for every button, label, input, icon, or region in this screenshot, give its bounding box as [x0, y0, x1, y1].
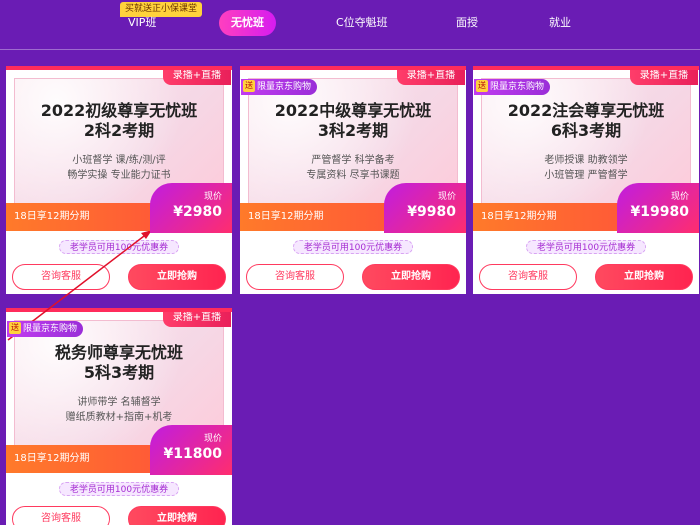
card-features: 讲师带学 名辅督学 赠纸质教材+指南+机考 [15, 395, 223, 425]
price-value: ¥11800 [163, 446, 222, 462]
price-value: ¥9980 [407, 204, 456, 220]
card-title-line1: 2022初级尊享无忧班 [40, 101, 198, 120]
course-card-shuiwushi[interactable]: 录播+直播 送限量京东购物 税务师尊享无忧班 5科3考期 讲师带学 名辅督学 赠… [6, 308, 232, 525]
features-line1: 老师授课 助教领学 [544, 155, 628, 166]
card-title: 2022初级尊享无忧班 2科2考期 [15, 101, 223, 141]
card-title-line1: 2022注会尊享无忧班 [507, 101, 665, 120]
price-box: 现价 ¥19980 [617, 183, 699, 233]
jd-shopping-tag: 送限量京东购物 [474, 79, 551, 95]
gift-icon: 送 [9, 322, 21, 334]
gift-icon: 送 [243, 80, 255, 92]
live-tag: 录播+直播 [630, 70, 698, 85]
tab-employment[interactable]: 就业 [549, 10, 571, 36]
card-title-line2: 2科2考期 [83, 121, 155, 140]
features-line2: 小班管理 严管督学 [544, 170, 628, 181]
course-card-zhuhui[interactable]: 录播+直播 送限量京东购物 2022注会尊享无忧班 6科3考期 老师授课 助教领… [473, 66, 699, 294]
card-features: 小班督学 课/练/测/评 畅学实操 专业能力证书 [15, 153, 223, 183]
card-title-line2: 3科2考期 [317, 121, 389, 140]
card-actions: 咨询客服 立即抢购 [6, 254, 232, 294]
price-box: 现价 ¥11800 [150, 425, 232, 475]
price-box: 现价 ¥2980 [150, 183, 232, 233]
consult-button[interactable]: 咨询客服 [12, 264, 110, 290]
course-card-zhongji[interactable]: 录播+直播 送限量京东购物 2022中级尊享无忧班 3科2考期 严管督学 科学备… [240, 66, 466, 294]
buy-now-button[interactable]: 立即抢购 [362, 264, 460, 290]
features-line2: 赠纸质教材+指南+机考 [65, 412, 173, 423]
card-actions: 咨询客服 立即抢购 [473, 254, 699, 294]
price-value: ¥2980 [173, 204, 222, 220]
card-features: 老师授课 助教领学 小班管理 严管督学 [482, 153, 690, 183]
tab-wuyou[interactable]: 无忧班 [219, 10, 276, 36]
price-label: 现价 [670, 192, 689, 202]
consult-button[interactable]: 咨询客服 [246, 264, 344, 290]
buy-now-button[interactable]: 立即抢购 [595, 264, 693, 290]
card-title: 2022中级尊享无忧班 3科2考期 [249, 101, 457, 141]
buy-now-button[interactable]: 立即抢购 [128, 506, 226, 525]
card-title: 税务师尊享无忧班 5科3考期 [15, 343, 223, 383]
price-label: 现价 [203, 434, 222, 444]
price-box: 现价 ¥9980 [384, 183, 466, 233]
coupon-badge[interactable]: 老学员可用100元优惠券 [59, 482, 179, 496]
card-actions: 咨询客服 立即抢购 [240, 254, 466, 294]
card-features: 严管督学 科学备考 专属资料 尽享书课题 [249, 153, 457, 183]
coupon-badge[interactable]: 老学员可用100元优惠券 [526, 240, 646, 254]
live-tag: 录播+直播 [397, 70, 465, 85]
card-title-line2: 6科3考期 [550, 121, 622, 140]
live-tag: 录播+直播 [163, 312, 231, 327]
card-title-line1: 2022中级尊享无忧班 [274, 101, 432, 120]
features-line1: 严管督学 科学备考 [311, 155, 395, 166]
features-line2: 畅学实操 专业能力证书 [67, 170, 171, 181]
consult-button[interactable]: 咨询客服 [479, 264, 577, 290]
price-label: 现价 [437, 192, 456, 202]
gift-icon: 送 [476, 80, 488, 92]
price-label: 现价 [203, 192, 222, 202]
card-actions: 咨询客服 立即抢购 [6, 496, 232, 525]
tab-cwei[interactable]: C位夺魁班 [336, 10, 388, 36]
jd-tag-label: 限量京东购物 [23, 324, 78, 334]
tab-vip[interactable]: VIP班 [128, 10, 156, 36]
jd-tag-label: 限量京东购物 [490, 82, 545, 92]
top-nav: 买就送正小保课堂 VIP班 无忧班 C位夺魁班 面授 就业 [0, 0, 700, 50]
card-title: 2022注会尊享无忧班 6科3考期 [482, 101, 690, 141]
live-tag: 录播+直播 [163, 70, 231, 85]
jd-shopping-tag: 送限量京东购物 [7, 321, 84, 337]
consult-button[interactable]: 咨询客服 [12, 506, 110, 525]
jd-tag-label: 限量京东购物 [257, 82, 312, 92]
jd-shopping-tag: 送限量京东购物 [241, 79, 318, 95]
card-title-line2: 5科3考期 [83, 363, 155, 382]
card-title-line1: 税务师尊享无忧班 [54, 343, 183, 362]
features-line1: 讲师带学 名辅督学 [77, 397, 161, 408]
coupon-badge[interactable]: 老学员可用100元优惠券 [59, 240, 179, 254]
tab-face-teaching[interactable]: 面授 [456, 10, 478, 36]
features-line1: 小班督学 课/练/测/评 [72, 155, 166, 166]
coupon-badge[interactable]: 老学员可用100元优惠券 [293, 240, 413, 254]
course-card-chuji[interactable]: 录播+直播 2022初级尊享无忧班 2科2考期 小班督学 课/练/测/评 畅学实… [6, 66, 232, 294]
features-line2: 专属资料 尽享书课题 [306, 170, 400, 181]
buy-now-button[interactable]: 立即抢购 [128, 264, 226, 290]
price-value: ¥19980 [630, 204, 689, 220]
